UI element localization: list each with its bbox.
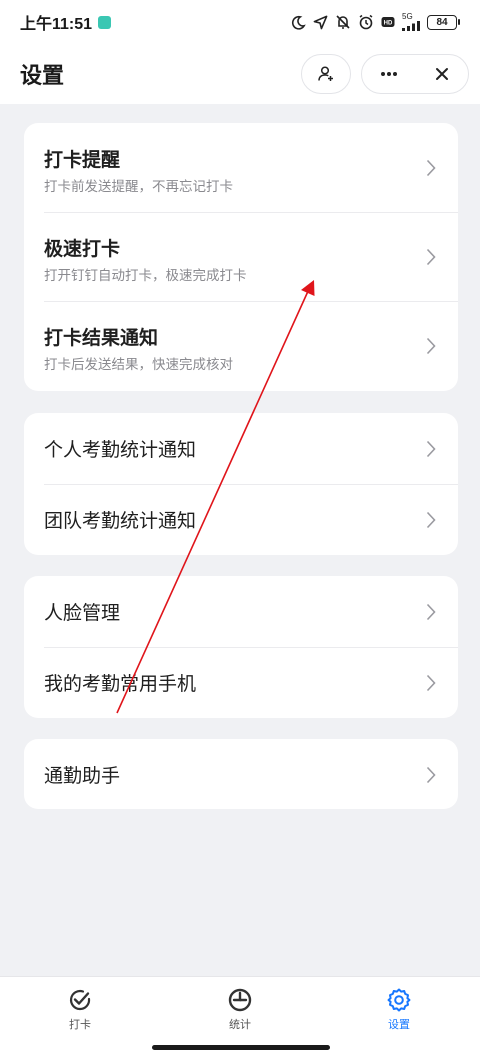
setting-subtitle: 打卡后发送结果，快速完成核对 — [44, 357, 233, 373]
setting-subtitle: 打开钉钉自动打卡，极速完成打卡 — [44, 268, 247, 284]
top-bar: 上午11:51 HD 5G 84 设置 — [0, 0, 480, 104]
setting-title: 个人考勤统计通知 — [44, 439, 197, 461]
chevron-right-icon — [426, 159, 436, 177]
more-button[interactable] — [362, 54, 415, 94]
tab-label: 打卡 — [69, 1018, 91, 1031]
setting-commute-assistant[interactable]: 通勤助手 — [24, 739, 458, 809]
battery-icon: 84 — [427, 14, 460, 30]
capsule-menu — [361, 54, 469, 94]
chevron-right-icon — [426, 766, 436, 784]
add-contact-button[interactable] — [301, 54, 351, 94]
chevron-right-icon — [426, 248, 436, 266]
setting-punch-result-notice[interactable]: 打卡结果通知 打卡后发送结果，快速完成核对 — [24, 301, 458, 390]
chevron-right-icon — [426, 603, 436, 621]
signal-icon — [402, 21, 420, 31]
header: 设置 — [0, 48, 480, 100]
chevron-right-icon — [426, 511, 436, 529]
chevron-right-icon — [426, 337, 436, 355]
battery-level: 84 — [427, 14, 457, 30]
add-contact-icon — [318, 66, 333, 81]
status-time: 上午11:51 — [20, 16, 93, 33]
setting-title: 极速打卡 — [44, 238, 121, 260]
settings-group-punch: 打卡提醒 打卡前发送提醒，不再忘记打卡 极速打卡 打开钉钉自动打卡，极速完成打卡… — [24, 123, 458, 391]
chevron-right-icon — [426, 440, 436, 458]
setting-personal-stats-notice[interactable]: 个人考勤统计通知 — [24, 413, 458, 484]
hd-icon: HD — [381, 17, 395, 27]
more-icon — [380, 72, 397, 76]
check-clock-icon — [69, 989, 91, 1011]
mute-icon — [336, 15, 350, 29]
status-icons: HD 5G 84 — [291, 13, 460, 31]
setting-title: 团队考勤统计通知 — [44, 510, 197, 532]
setting-title: 人脸管理 — [44, 602, 121, 624]
alarm-icon — [359, 14, 373, 30]
setting-team-stats-notice[interactable]: 团队考勤统计通知 — [24, 484, 458, 555]
setting-title: 打卡结果通知 — [44, 327, 159, 349]
settings-group-device: 人脸管理 我的考勤常用手机 — [24, 576, 458, 718]
pie-chart-icon — [228, 988, 252, 1012]
tab-punch[interactable]: 打卡 — [50, 987, 110, 1032]
setting-title: 我的考勤常用手机 — [44, 673, 197, 695]
signal-group: 5G — [402, 13, 420, 31]
setting-face-management[interactable]: 人脸管理 — [24, 576, 458, 647]
settings-group-commute: 通勤助手 — [24, 739, 458, 809]
setting-quick-punch[interactable]: 极速打卡 打开钉钉自动打卡，极速完成打卡 — [24, 212, 458, 301]
tab-stats[interactable]: 统计 — [210, 987, 270, 1032]
settings-group-stats: 个人考勤统计通知 团队考勤统计通知 — [24, 413, 458, 555]
tab-label: 统计 — [229, 1018, 251, 1031]
tab-label: 设置 — [388, 1018, 410, 1031]
home-indicator[interactable] — [152, 1045, 330, 1050]
location-icon — [313, 15, 328, 29]
page-title: 设置 — [20, 64, 65, 89]
setting-title: 打卡提醒 — [44, 149, 121, 171]
tab-settings[interactable]: 设置 — [369, 987, 429, 1032]
app-notification-icon — [98, 15, 112, 29]
setting-punch-reminder[interactable]: 打卡提醒 打卡前发送提醒，不再忘记打卡 — [24, 123, 458, 212]
close-button[interactable] — [415, 54, 468, 94]
svg-text:HD: HD — [384, 21, 393, 27]
moon-icon — [291, 15, 306, 30]
gear-icon — [387, 988, 411, 1012]
setting-subtitle: 打卡前发送提醒，不再忘记打卡 — [44, 179, 233, 195]
setting-common-phone[interactable]: 我的考勤常用手机 — [24, 647, 458, 718]
network-label: 5G — [402, 12, 413, 21]
setting-title: 通勤助手 — [44, 765, 121, 787]
close-icon — [435, 68, 448, 80]
status-bar: 上午11:51 HD 5G 84 — [0, 0, 480, 44]
chevron-right-icon — [426, 674, 436, 692]
